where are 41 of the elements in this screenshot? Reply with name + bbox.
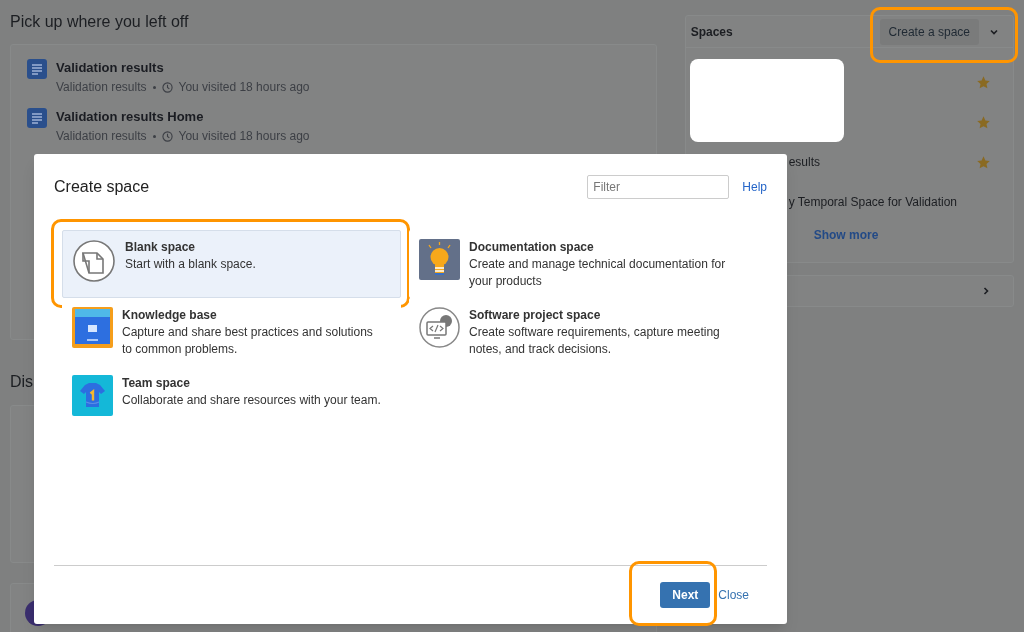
space-name: Validation results (56, 79, 147, 96)
option-title: Knowledge base (122, 307, 218, 324)
clock-icon (161, 81, 173, 93)
document-icon (27, 108, 47, 128)
star-icon[interactable] (976, 154, 991, 170)
option-title: Blank space (125, 239, 197, 256)
option-title: Team space (122, 375, 191, 392)
option-description: Create and manage technical documentation for your products (469, 256, 727, 290)
page-title[interactable]: Validation results Home (56, 108, 310, 126)
clock-icon (161, 130, 173, 142)
create-space-button[interactable]: Create a space (879, 18, 979, 45)
code-monitor-icon (419, 307, 460, 348)
page-title[interactable]: Validation results (56, 59, 310, 77)
chevron-right-icon[interactable] (981, 286, 991, 296)
close-link[interactable]: Close (718, 585, 749, 604)
option-description: Capture and share best practices and solutions to common problems. (122, 324, 374, 358)
lightbulb-icon (419, 239, 460, 280)
option-description: Create software requirements, capture meeting notes, and track decisions. (469, 324, 721, 358)
star-icon[interactable] (976, 74, 991, 90)
space-name[interactable]: y Temporal Space for Validation (788, 193, 957, 211)
visited-time: You visited 18 hours ago (178, 128, 310, 145)
filter-field[interactable]: Filter (587, 175, 730, 199)
folder-icon (72, 307, 113, 348)
space-name[interactable]: esults (788, 153, 821, 171)
option-title: Documentation space (469, 239, 595, 256)
next-button[interactable]: Next (660, 581, 711, 608)
blank-page-icon (72, 239, 116, 283)
document-icon (27, 59, 47, 79)
option-description: Start with a blank space. (125, 256, 257, 273)
jersey-icon (72, 375, 113, 416)
card-title: Spaces (690, 23, 733, 41)
option-description: Collaborate and share resources with your team. (122, 392, 382, 409)
section-heading: Dis (10, 372, 34, 392)
space-name: Validation results (56, 128, 147, 145)
section-heading: Pick up where you left off (10, 12, 190, 32)
visited-time: You visited 18 hours ago (178, 79, 310, 96)
help-link[interactable]: Help (742, 178, 767, 196)
option-title: Software project space (469, 307, 602, 324)
space-type-option[interactable]: Blank space Start with a blank space. (62, 230, 401, 298)
dialog-title: Create space (54, 177, 150, 197)
star-icon[interactable] (976, 114, 991, 130)
